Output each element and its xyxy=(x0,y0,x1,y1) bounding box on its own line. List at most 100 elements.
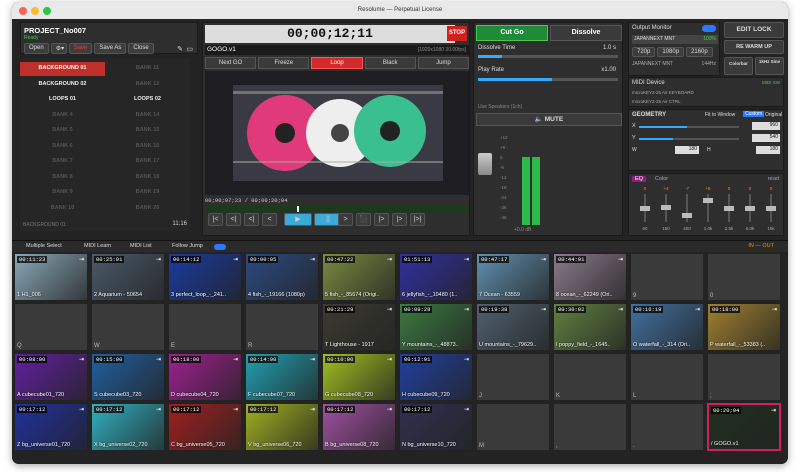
clip-cell[interactable]: 00:30:02 ⇥ I poppy_field_-_1645.. xyxy=(553,303,627,351)
clip-cell[interactable]: 00:47:17 ⇥ 7 Ocean - 63559 xyxy=(476,253,550,301)
transport-back-button[interactable]: <| xyxy=(226,213,241,226)
clip-cell[interactable]: 00:17:12 ⇥ N bg_universe10_720 xyxy=(399,403,473,451)
midi-list-button[interactable]: MIDI List xyxy=(130,243,152,249)
clip-cell[interactable]: 00:17:12 ⇥ V bg_universe06_720 xyxy=(245,403,319,451)
follow-jump-toggle[interactable]: Follow Jump xyxy=(172,243,203,249)
loop-mode-icon[interactable]: ⇥ xyxy=(541,256,546,263)
clip-cell[interactable]: 00:15:00 ⇥ S cubecube03_720 xyxy=(91,353,165,401)
transport-fwd-button[interactable]: |> xyxy=(392,213,407,226)
clip-cell[interactable]: 01:51:13 ⇥ 6 jellyfish_-_10480 (1.. xyxy=(399,253,473,301)
h-field[interactable]: 180 xyxy=(756,146,780,154)
colorbar-button[interactable]: Colorbar xyxy=(724,57,753,75)
midi-device-1[interactable]: microKEY2-25 Air KEYBOARD xyxy=(632,90,694,95)
bank-right-2[interactable]: BANK 12 xyxy=(105,78,190,92)
eq-band-knob[interactable] xyxy=(724,206,734,211)
bank-left-6[interactable]: BANK 6 xyxy=(20,140,105,154)
loop-mode-icon[interactable]: ⇥ xyxy=(541,306,546,313)
y-slider[interactable] xyxy=(639,138,739,140)
stop-button[interactable]: STOP xyxy=(447,26,467,41)
midi-device-2[interactable]: microKEY2-25 Air CTRL xyxy=(632,99,681,104)
bank-left-9[interactable]: BANK 9 xyxy=(20,186,105,200)
eq-title[interactable]: EQ xyxy=(632,176,646,182)
clip-cell[interactable]: 00:17:12 ⇥ C bg_universe05_720 xyxy=(168,403,242,451)
mode-next-go[interactable]: Next GO xyxy=(205,57,257,69)
eq-band-knob[interactable] xyxy=(703,197,713,203)
clip-cell[interactable]: , xyxy=(553,403,627,451)
loop-mode-icon[interactable]: ⇥ xyxy=(618,306,623,313)
eq-band-knob[interactable] xyxy=(661,204,671,210)
clip-cell[interactable]: 00:47:22 ⇥ 5 fish_-_85674 (Origi.. xyxy=(322,253,396,301)
minimize-window-button[interactable] xyxy=(31,7,39,15)
volume-fader-knob[interactable] xyxy=(478,153,492,175)
transport-last-button[interactable]: |>| xyxy=(410,213,425,226)
clip-cell[interactable]: 00:17:12 ⇥ B bg_universe08_720 xyxy=(322,403,396,451)
loop-mode-icon[interactable]: ⇥ xyxy=(79,406,84,413)
loop-mode-icon[interactable]: ⇥ xyxy=(310,406,315,413)
custom-mode[interactable]: Custom xyxy=(743,111,765,117)
clip-cell[interactable]: 00:09:28 ⇥ Y mountains_-_48873.. xyxy=(399,303,473,351)
loop-mode-icon[interactable]: ⇥ xyxy=(79,256,84,263)
play-rate-slider[interactable] xyxy=(478,78,618,81)
clip-cell[interactable]: Q xyxy=(14,303,88,351)
mode-freeze[interactable]: Freeze xyxy=(258,57,310,69)
loop-mode-icon[interactable]: ⇥ xyxy=(156,356,161,363)
transport-play-button[interactable]: ▶ xyxy=(284,213,312,226)
fit-to-window[interactable]: Fit to Window xyxy=(705,112,735,118)
mode-loop[interactable]: Loop xyxy=(311,57,363,69)
save-as-button[interactable]: Save As xyxy=(94,43,127,54)
loop-mode-icon[interactable]: ⇥ xyxy=(233,406,238,413)
size-2160p[interactable]: 2160p xyxy=(686,47,713,57)
eq-band-knob[interactable] xyxy=(766,206,776,211)
edit-icon[interactable]: ✎ xyxy=(177,45,183,53)
dissolve-button[interactable]: Dissolve xyxy=(550,25,622,41)
bank-left-1[interactable]: BACKGROUND 01 xyxy=(20,62,105,76)
transport-prev-button[interactable]: < xyxy=(262,213,277,226)
rewarm-up-button[interactable]: RE WARM UP xyxy=(724,40,784,54)
loop-mode-icon[interactable]: ⇥ xyxy=(156,406,161,413)
options-dropdown[interactable]: ⚙▾ xyxy=(50,43,67,54)
mute-button[interactable]: 🔈 MUTE xyxy=(476,113,622,126)
loop-mode-icon[interactable]: ⇥ xyxy=(387,406,392,413)
clip-cell[interactable]: 00:44:01 ⇥ 8 ocean_-_62249 (Ori.. xyxy=(553,253,627,301)
loop-mode-icon[interactable]: ⇥ xyxy=(310,356,315,363)
clip-cell[interactable]: E xyxy=(168,303,242,351)
bank-right-7[interactable]: BANK 17 xyxy=(105,155,190,169)
cut-go-button[interactable]: Cut Go xyxy=(476,25,548,41)
playhead[interactable] xyxy=(297,206,299,212)
loop-mode-icon[interactable]: ⇥ xyxy=(464,306,469,313)
transport-next-button[interactable]: > xyxy=(338,213,353,226)
output-device[interactable]: JAPANNEXT MNT 100% xyxy=(632,35,718,44)
loop-mode-icon[interactable]: ⇥ xyxy=(387,256,392,263)
transport-stop-button[interactable]: ⬛ xyxy=(356,213,371,226)
close-button[interactable]: Close xyxy=(128,43,154,54)
clip-cell[interactable]: 00:25:01 ⇥ 2 Aquarium - 50654 xyxy=(91,253,165,301)
clip-cell[interactable]: 00:08:00 ⇥ A cubecube01_720 xyxy=(14,353,88,401)
clip-cell[interactable]: 00:19:38 ⇥ U mountains_-_79629.. xyxy=(476,303,550,351)
bank-right-10[interactable]: BANK 20 xyxy=(105,202,190,216)
bank-left-7[interactable]: BANK 7 xyxy=(20,155,105,169)
mode-jump[interactable]: Jump xyxy=(417,57,470,69)
clip-cell[interactable]: 00:12:01 ⇥ H cubecube09_720 xyxy=(399,353,473,401)
w-field[interactable]: 180 xyxy=(675,146,699,154)
bank-left-8[interactable]: BANK 8 xyxy=(20,171,105,185)
clip-cell[interactable]: 00:16:19 ⇥ O waterfall_-_314 (Ori.. xyxy=(630,303,704,351)
loop-mode-icon[interactable]: ⇥ xyxy=(771,407,776,414)
clip-cell[interactable]: . xyxy=(630,403,704,451)
bank-left-3[interactable]: LOOPS 01 xyxy=(20,93,105,107)
bank-right-5[interactable]: BANK 15 xyxy=(105,124,190,138)
clip-cell[interactable]: 00:17:12 ⇥ Z bg_universe01_720 xyxy=(14,403,88,451)
transport-back-frame-button[interactable]: <| xyxy=(244,213,259,226)
loop-mode-icon[interactable]: ⇥ xyxy=(387,356,392,363)
clip-cell[interactable]: 00:00:05 ⇥ 4 fish_-_19166 (1080p) xyxy=(245,253,319,301)
save-button[interactable]: Save xyxy=(68,43,93,54)
clip-cell[interactable]: K xyxy=(553,353,627,401)
loop-mode-icon[interactable]: ⇥ xyxy=(79,356,84,363)
eq-band-knob[interactable] xyxy=(745,206,755,211)
bank-right-4[interactable]: BANK 14 xyxy=(105,109,190,123)
clip-cell[interactable]: R xyxy=(245,303,319,351)
bank-right-8[interactable]: BANK 18 xyxy=(105,171,190,185)
edit-lock-button[interactable]: EDIT LOCK xyxy=(724,22,784,38)
eq-band-knob[interactable] xyxy=(640,206,650,211)
loop-mode-icon[interactable]: ⇥ xyxy=(310,256,315,263)
bank-left-5[interactable]: BANK 5 xyxy=(20,124,105,138)
